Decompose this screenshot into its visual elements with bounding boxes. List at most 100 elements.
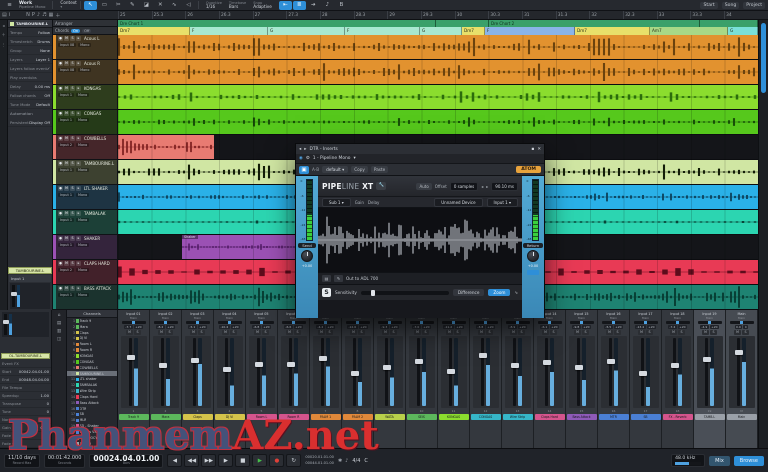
mute-button[interactable]: M	[702, 330, 709, 335]
chord-track-header[interactable]: Chords On Off	[53, 27, 118, 35]
channel-strip[interactable]: Input 10 Main -7.0 +20 M S 10 SEIS	[406, 310, 438, 448]
fader-zone[interactable]	[665, 336, 691, 408]
browse-tab-button[interactable]: Browse	[734, 456, 764, 466]
main-output-strip[interactable]: Main Main 0.0 C M S M Main	[726, 310, 758, 448]
fader-zone[interactable]	[249, 336, 275, 408]
pan-control[interactable]	[666, 321, 690, 324]
track-name[interactable]: CONGAS	[84, 111, 101, 116]
solo-button[interactable]: S	[70, 161, 75, 166]
channel-strip[interactable]: Input 11 Main -11.2 +20 M S 11 KONGAS	[438, 310, 470, 448]
toolbar-tool-icon[interactable]: ≣	[293, 1, 306, 10]
transport-button[interactable]: ▶	[218, 454, 233, 467]
mini-icon[interactable]: i	[9, 12, 10, 19]
channel-strip[interactable]: Input 01 Main -7.7 +20 M S 1 Track 9	[118, 310, 150, 448]
record-arm-button[interactable]: ●	[58, 86, 63, 91]
monitor-button[interactable]: ▸	[76, 211, 81, 216]
mini-icon[interactable]: ♪	[345, 458, 348, 464]
track-input[interactable]: Input 1	[58, 218, 74, 222]
fader-zone[interactable]	[729, 336, 755, 408]
display-mode-icon[interactable]: ▤	[322, 275, 331, 282]
bank-icon[interactable]: ▤	[57, 321, 61, 326]
channel-strip[interactable]: Input 13 Main -8.9 +20 M S 13 Wire Strip	[502, 310, 534, 448]
fader-zone[interactable]	[345, 336, 371, 408]
event-field[interactable]: Speedup 1.00	[0, 392, 51, 400]
track-header[interactable]: ● M S ▸ TAMBOURINE.L Input 1 Mono	[53, 160, 118, 185]
channel-strip[interactable]: Input 03 Main -5.1 +20 M S 3 Claps	[182, 310, 214, 448]
chord-block[interactable]: G	[420, 27, 462, 35]
solo-button[interactable]: S	[454, 330, 461, 335]
solo-button[interactable]: S	[742, 330, 749, 335]
channel-name-chip[interactable]: FX - Reverb	[663, 414, 693, 420]
gain-readout[interactable]: +20	[518, 325, 527, 329]
track-header[interactable]: ● M S ▸ KONGAS Input 1 Mono	[53, 85, 118, 110]
channel-name-chip[interactable]: Main	[727, 414, 757, 420]
track-header[interactable]: ● M S ▸ CLAPS HARD Input 2 Mono	[53, 260, 118, 285]
mute-button[interactable]: M	[158, 330, 165, 335]
volume-readout[interactable]: -12.6	[347, 325, 358, 329]
monitor-button[interactable]: ▸	[76, 61, 81, 66]
track-input[interactable]: Input 2	[58, 143, 74, 147]
mixer-scrollbar[interactable]	[758, 310, 768, 448]
more-icon[interactable]: ⋮	[2, 42, 6, 47]
fader-cap[interactable]	[159, 363, 167, 368]
track-input[interactable]: Input 08	[58, 43, 76, 47]
pin-icon[interactable]: ▪	[531, 147, 534, 152]
pan-control[interactable]	[506, 321, 530, 324]
volume-readout[interactable]: -6.6	[284, 325, 293, 329]
record-arm-button[interactable]: ●	[58, 136, 63, 141]
inspector-field[interactable]: Timestretch Drums	[8, 37, 52, 46]
monitor-button[interactable]: ▸	[76, 36, 81, 41]
channel-name-chip[interactable]: CONGAS	[471, 414, 501, 420]
device-name[interactable]: Unnamed Device	[434, 198, 482, 207]
quantize-dropdown[interactable]: Quantize 1/16	[206, 1, 222, 9]
track-mode[interactable]: Mono	[76, 93, 89, 97]
track-header[interactable]: ● M S ▸ COWBELLS Input 2 Mono	[53, 135, 118, 160]
fader-zone[interactable]	[313, 336, 339, 408]
plugin-titlebar[interactable]: ◂ ▸ DTR - Inserts ▪ ✕	[296, 144, 544, 154]
volume-readout[interactable]: -7.0	[412, 325, 421, 329]
chord-block[interactable]: Am7	[650, 27, 728, 35]
solo-button[interactable]: S	[134, 330, 141, 335]
track-mode[interactable]: Mono	[76, 293, 89, 297]
volume-readout[interactable]: -9.8	[572, 325, 581, 329]
gain-readout[interactable]: +20	[326, 325, 335, 329]
mini-icon[interactable]: N	[26, 12, 30, 19]
track-name[interactable]: LTL SHAKER	[84, 186, 108, 191]
chord-block[interactable]: F	[485, 27, 575, 35]
mute-button[interactable]: M	[734, 330, 741, 335]
arranger-section[interactable]: Dre Chort 2	[489, 20, 700, 27]
chevron-down-icon[interactable]: ▾	[353, 156, 355, 161]
timebase-dropdown[interactable]: Timebase Bars	[229, 1, 246, 9]
audio-clip[interactable]	[118, 135, 214, 159]
bank-icon[interactable]: ⌂	[58, 313, 61, 318]
arranger-section[interactable]	[436, 20, 489, 27]
fader-cap[interactable]	[287, 362, 295, 367]
fader-zone[interactable]	[409, 336, 435, 408]
arranger-section[interactable]: Dre Chort 1	[118, 20, 436, 27]
fader-cap[interactable]	[543, 360, 551, 365]
channel-strip[interactable]: Input 07 Main -4.2 +20 M S 7 PALM 1	[310, 310, 342, 448]
mute-button[interactable]: M	[64, 211, 69, 216]
fader-cap[interactable]	[223, 367, 231, 372]
track-input[interactable]: Input 08	[58, 68, 76, 72]
page-button[interactable]: Project	[743, 2, 765, 9]
solo-button[interactable]: S	[70, 136, 75, 141]
event-field[interactable]: Tune 0	[0, 408, 51, 416]
solo-button[interactable]: S	[70, 286, 75, 291]
transport-button[interactable]: ↻	[286, 454, 301, 467]
track-name[interactable]: BASS ATTACK	[84, 286, 111, 291]
track-mode[interactable]: Mono	[76, 193, 89, 197]
toolbar-tool-icon[interactable]: ◪	[140, 1, 153, 10]
track-input[interactable]: Input 1	[58, 243, 74, 247]
mini-icon[interactable]: ▦	[49, 12, 54, 19]
fader-zone[interactable]	[537, 336, 563, 408]
channel-name-chip[interactable]: Room R	[279, 414, 309, 420]
nav-forward-icon[interactable]: ▸	[304, 147, 306, 152]
record-arm-button[interactable]: ●	[58, 61, 63, 66]
mute-button[interactable]: M	[446, 330, 453, 335]
channel-strip[interactable]: Input 16 Main -5.5 +20 M S 16 MTR	[598, 310, 630, 448]
toolbar-tool-icon[interactable]: ✂	[112, 1, 125, 10]
solo-button[interactable]: S	[70, 236, 75, 241]
gain-readout[interactable]: +20	[166, 325, 175, 329]
close-icon[interactable]: ✕	[537, 147, 541, 152]
